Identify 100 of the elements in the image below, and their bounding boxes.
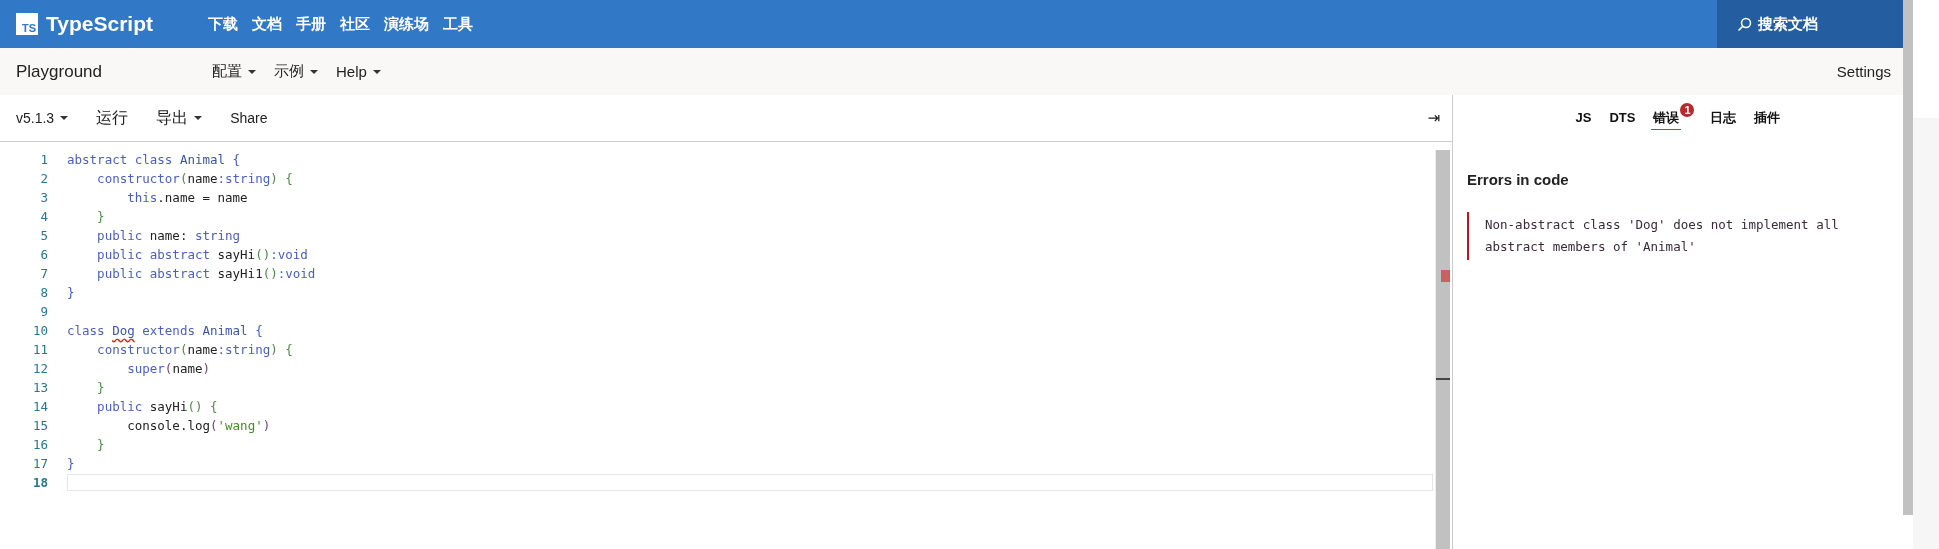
code-text: sayHi <box>217 247 256 262</box>
nav-link[interactable]: 工具 <box>443 14 473 34</box>
bracket: { <box>232 152 241 167</box>
line-number: 2 <box>39 171 49 186</box>
keyword-text: public abstract <box>96 247 211 262</box>
keyword-text: public abstract <box>96 266 211 281</box>
bracket: ) <box>262 418 271 433</box>
keyword-text: public <box>96 399 144 414</box>
bracket: ( <box>210 418 218 433</box>
export-dropdown[interactable]: 导出 <box>156 107 203 129</box>
line-number: 7 <box>39 266 49 281</box>
line-number: 17 <box>31 456 49 471</box>
type-name: Animal <box>179 152 227 167</box>
nav-link[interactable]: 演练场 <box>384 14 429 34</box>
bracket: () { <box>187 399 218 414</box>
bracket: () <box>255 247 271 262</box>
keyword-text: constructor <box>96 171 180 186</box>
collapse-button[interactable]: ⇥ <box>1427 109 1440 127</box>
line-number: 10 <box>31 323 49 338</box>
code-text: sayHi <box>149 399 188 414</box>
menu-button[interactable]: Help <box>336 62 381 81</box>
line-number: 12 <box>31 361 49 376</box>
settings-link[interactable]: Settings <box>1836 63 1891 80</box>
line-number: 9 <box>39 304 49 319</box>
nav-link[interactable]: 文档 <box>252 14 282 34</box>
keyword-text: :void <box>277 266 316 281</box>
line-number: 11 <box>31 342 49 357</box>
line-number: 18 <box>31 475 49 490</box>
error-count-badge: 1 <box>1680 103 1695 117</box>
keyword-text: constructor <box>96 342 180 357</box>
run-button[interactable]: 运行 <box>96 107 129 129</box>
bracket: } <box>96 209 105 224</box>
output-tab[interactable]: JS <box>1573 108 1594 128</box>
code-text: name: <box>149 228 189 243</box>
nav-link[interactable]: 社区 <box>340 14 370 34</box>
line-number: 6 <box>39 247 49 262</box>
bracket: ) { <box>270 171 293 186</box>
keyword-text: :string <box>217 342 271 357</box>
output-tab[interactable]: 日志 <box>1708 106 1739 130</box>
bracket: ( <box>164 361 173 376</box>
line-number: 13 <box>31 380 49 395</box>
keyword-text: :void <box>270 247 308 262</box>
bracket: ( <box>179 342 188 357</box>
error-marker <box>1441 270 1450 282</box>
code-text: .name = name <box>157 190 248 205</box>
keyword-text: :string <box>217 171 271 186</box>
keyword-text: super <box>126 361 165 376</box>
type-name: Animal <box>202 323 249 338</box>
keyword-text: string <box>194 228 241 243</box>
line-number: 16 <box>31 437 49 452</box>
caret-icon <box>310 69 318 74</box>
page-title: Playground <box>16 61 103 82</box>
line-number: 5 <box>39 228 49 243</box>
error-token: Dog <box>112 323 135 338</box>
menu-button[interactable]: 配置 <box>212 62 256 81</box>
line-number: 3 <box>39 190 49 205</box>
version-dropdown[interactable]: v5.1.3 <box>16 110 69 126</box>
search-icon <box>1737 16 1752 32</box>
keyword-text: abstract class <box>67 152 174 167</box>
share-button[interactable]: Share <box>230 110 268 126</box>
caret-icon <box>372 69 381 74</box>
code-text: name <box>172 361 203 376</box>
output-tab[interactable]: DTS <box>1607 108 1638 128</box>
bracket: () <box>262 266 278 281</box>
keyword-text: this <box>126 190 158 205</box>
keyword-text: public <box>96 228 144 243</box>
bracket: } <box>96 380 105 395</box>
keyword-text: class <box>67 323 106 338</box>
search-button[interactable]: 搜索文档 <box>1717 0 1903 48</box>
bracket: } <box>67 285 75 300</box>
line-number: 8 <box>39 285 49 300</box>
brand-link[interactable]: TypeScript <box>46 12 153 36</box>
menu-button[interactable]: 示例 <box>274 62 318 81</box>
nav-link[interactable]: 手册 <box>296 14 326 34</box>
bracket: { <box>255 323 263 338</box>
editor-scrollbar[interactable] <box>1435 150 1450 549</box>
string-text: 'wang' <box>217 418 263 433</box>
page-scrollbar[interactable] <box>1903 0 1913 515</box>
keyword-text: extends <box>141 323 196 338</box>
logo-icon[interactable]: TS <box>16 13 38 35</box>
cursor-marker <box>1436 378 1450 380</box>
caret-icon <box>60 116 69 120</box>
errors-heading: Errors in code <box>1467 171 1570 188</box>
code-text: name <box>187 171 218 186</box>
line-number: 15 <box>31 418 49 433</box>
line-number: 4 <box>39 209 49 224</box>
error-message: Non-abstract class 'Dog' does not implement all abstract members of 'Animal' <box>1467 212 1865 260</box>
code-text: console.log <box>126 418 210 433</box>
line-number: 1 <box>39 152 49 167</box>
code-text: sayHi1 <box>217 266 263 281</box>
bracket: } <box>96 437 105 452</box>
caret-icon <box>248 69 256 74</box>
nav-link[interactable]: 下载 <box>208 14 238 34</box>
line-number: 14 <box>31 399 49 414</box>
output-tab[interactable]: 插件 <box>1752 106 1783 130</box>
bracket: ) <box>202 361 210 376</box>
code-text: name <box>187 342 218 357</box>
caret-icon <box>194 116 203 120</box>
bracket: ) { <box>270 342 293 357</box>
bracket: } <box>67 456 75 471</box>
